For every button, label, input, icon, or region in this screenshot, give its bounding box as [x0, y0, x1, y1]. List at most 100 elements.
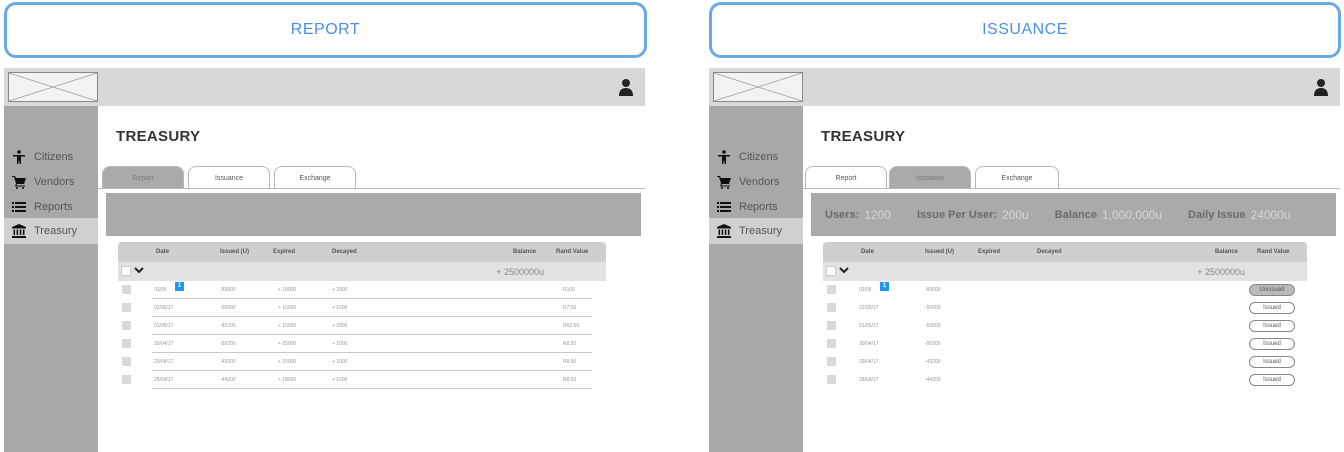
cart-icon: [12, 175, 26, 189]
tab-report[interactable]: Report: [805, 166, 887, 189]
row-checkbox[interactable]: [827, 303, 836, 312]
cell-rand-value: R8.50: [563, 377, 577, 383]
list-icon: [12, 200, 26, 214]
tab-issuance[interactable]: Issuance: [188, 166, 270, 189]
cell-issued: -49200: [220, 359, 236, 365]
sidebar-item-citizens[interactable]: Citizens: [4, 144, 98, 170]
issued-button[interactable]: Issued: [1249, 356, 1295, 368]
report-table: Date Issued (U) Expired Decayed Balance …: [118, 242, 606, 389]
user-icon[interactable]: [619, 78, 633, 96]
select-all-checkbox[interactable]: [121, 266, 131, 276]
cell-issued: -50200: [220, 341, 236, 347]
balance-total: + 2500000u: [496, 267, 544, 277]
row-checkbox[interactable]: [827, 357, 836, 366]
cell-date: 29/04/17: [859, 359, 879, 365]
row-checkbox[interactable]: [827, 339, 836, 348]
table-row[interactable]: 01/05/17 -50000 Issued: [823, 317, 1307, 335]
row-checkbox[interactable]: [827, 321, 836, 330]
sidebar-item-label: Reports: [739, 201, 778, 213]
issuance-table: Date Issued (U) Expired Decayed Balance …: [823, 242, 1307, 389]
sidebar-item-label: Reports: [34, 201, 73, 213]
table-row[interactable]: 28/04/17 -44200 + 18000 + 1000 R8.50: [118, 371, 606, 389]
cell-issued: -80000: [925, 287, 941, 293]
cell-date: 01/05/17: [154, 323, 174, 329]
cell-issued: -50000: [925, 323, 941, 329]
cell-rand-value: R62.50: [563, 323, 580, 329]
notification-badge: 1: [880, 282, 889, 291]
table-row[interactable]: 02/05/17 -50000 Issued: [823, 299, 1307, 317]
stat-users-label: Users:: [825, 208, 860, 221]
table-row[interactable]: 02/05/17 -50000 + 15000 + 1000 R7.50: [118, 299, 606, 317]
sidebar-item-vendors[interactable]: Vendors: [4, 169, 98, 195]
table-row[interactable]: 03/05 1 -80000 Unissued: [823, 281, 1307, 299]
table-row[interactable]: 30/04/17 -50200 + 25000 + 1000 R8.50: [118, 335, 606, 353]
column-header: Expired: [978, 249, 1001, 255]
table-row[interactable]: 29/04/17 -49200 + 15000 + 1000 R8.50: [118, 353, 606, 371]
cell-date: 01/05/17: [859, 323, 879, 329]
row-checkbox[interactable]: [122, 375, 131, 384]
chevron-down-icon[interactable]: [839, 265, 849, 275]
sidebar: Citizens Vendors Reports Treasury: [709, 106, 803, 452]
cell-expired: + 15000: [278, 305, 297, 311]
tab-report[interactable]: Report: [102, 166, 184, 189]
page-title: TREASURY: [116, 128, 201, 145]
top-bar: [709, 68, 1340, 106]
cell-decayed: + 2000: [332, 287, 348, 293]
select-all-checkbox[interactable]: [826, 266, 836, 276]
row-checkbox[interactable]: [827, 285, 836, 294]
row-checkbox[interactable]: [122, 339, 131, 348]
table-row[interactable]: 01/05/17 -80200 + 15000 + 2000 R62.50: [118, 317, 606, 335]
tab-exchange[interactable]: Exchange: [274, 166, 356, 189]
panel-header-label: REPORT: [290, 21, 361, 38]
column-header: Date: [156, 249, 170, 255]
cell-date: 30/04/17: [154, 341, 174, 347]
tab-exchange[interactable]: Exchange: [975, 166, 1059, 189]
row-checkbox[interactable]: [122, 303, 131, 312]
stat-issue-per-user-value: 200u: [1002, 207, 1029, 222]
sidebar-item-treasury[interactable]: Treasury: [4, 218, 98, 244]
issued-button[interactable]: Issued: [1249, 320, 1295, 332]
sidebar-item-reports[interactable]: Reports: [4, 194, 98, 220]
row-divider: [152, 388, 592, 389]
cell-expired: + 25000: [278, 341, 297, 347]
bank-icon: [717, 224, 731, 238]
cell-rand-value: R100: [563, 287, 575, 293]
cell-issued: -49200: [925, 359, 941, 365]
sidebar-item-vendors[interactable]: Vendors: [709, 169, 803, 195]
top-bar: [4, 68, 645, 106]
cell-decayed: + 1000: [332, 359, 348, 365]
sidebar-item-label: Vendors: [739, 176, 780, 188]
row-checkbox[interactable]: [122, 321, 131, 330]
list-icon: [717, 200, 731, 214]
cell-rand-value: R7.50: [563, 305, 577, 311]
stat-balance-label: Balance: [1054, 208, 1097, 221]
logo-placeholder: [8, 72, 98, 102]
table-row[interactable]: 29/04/17 -49200 Issued: [823, 353, 1307, 371]
sidebar-item-citizens[interactable]: Citizens: [709, 144, 803, 170]
row-checkbox[interactable]: [122, 285, 131, 294]
user-icon[interactable]: [1314, 78, 1328, 96]
tab-issuance[interactable]: Issuance: [889, 166, 971, 189]
issued-button[interactable]: Issued: [1249, 302, 1295, 314]
logo-placeholder: [713, 72, 803, 102]
row-checkbox[interactable]: [122, 357, 131, 366]
column-header: Issued (U): [220, 249, 250, 255]
table-row[interactable]: 03/05 1 -80000 + 18000 + 2000 R100: [118, 281, 606, 299]
tab-divider: [98, 188, 645, 189]
column-header: Date: [861, 249, 875, 255]
sidebar-item-treasury[interactable]: Treasury: [709, 218, 803, 244]
table-row[interactable]: 30/04/17 -50200 Issued: [823, 335, 1307, 353]
page-title: TREASURY: [821, 128, 906, 145]
table-row[interactable]: 28/04/17 -44200 Issued: [823, 371, 1307, 389]
cell-expired: + 18000: [278, 287, 297, 293]
unissued-button[interactable]: Unissued: [1249, 284, 1295, 296]
issuance-mockup: Citizens Vendors Reports Treasury TREASU…: [709, 68, 1340, 452]
table-subheader: + 2500000u: [823, 262, 1307, 281]
person-icon: [12, 150, 26, 164]
row-checkbox[interactable]: [827, 375, 836, 384]
sidebar-item-reports[interactable]: Reports: [709, 194, 803, 220]
issued-button[interactable]: Issued: [1249, 338, 1295, 350]
stat-daily-issue-value: 24000u: [1250, 207, 1291, 222]
chevron-down-icon[interactable]: [134, 265, 144, 275]
issued-button[interactable]: Issued: [1249, 374, 1295, 386]
